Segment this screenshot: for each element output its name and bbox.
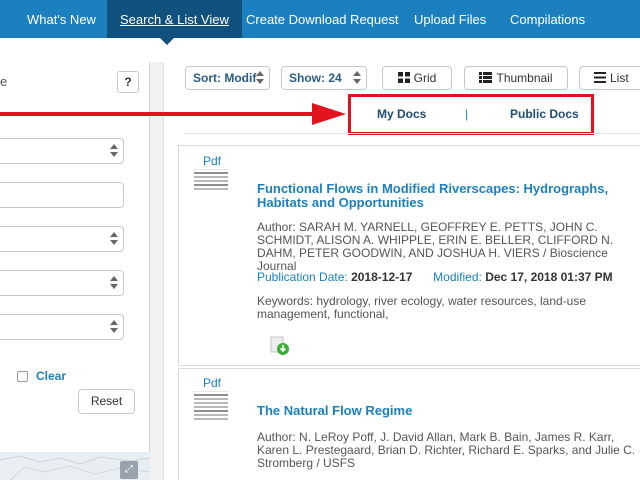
result-title[interactable]: Functional Flows in Modified Riverscapes… [257,182,640,210]
show-count-value: Show: 24 [289,71,342,85]
select-arrows-icon [110,320,118,334]
select-arrows-icon [110,276,118,290]
nav-upload-files[interactable]: Upload Files [414,0,486,38]
filter-select-1[interactable] [0,138,124,164]
list-view-button[interactable]: List [579,66,640,90]
result-author: Author: N. LeRoy Poff, J. David Allan, M… [257,430,636,470]
document-thumbnail[interactable] [193,391,229,423]
thumbnail-view-button[interactable]: Thumbnail [464,66,568,90]
publication-date-label: Publication Date: [257,270,348,284]
download-icon[interactable] [270,336,290,356]
file-type-label: Pdf [203,376,222,390]
nav-create-download-request[interactable]: Create Download Request [246,0,398,38]
filter-text-input[interactable] [0,182,124,208]
top-navigation: What's New Search & List View Create Dow… [0,0,640,38]
show-count-select[interactable]: Show: 24 [281,66,367,90]
list-view-label: List [610,71,629,85]
toolbar-divider [184,133,640,134]
result-dates: Publication Date: 2018-12-17 Modified: D… [257,270,613,284]
my-docs-tab[interactable]: My Docs [377,107,426,121]
grid-icon [397,72,410,84]
file-type-label: Pdf [203,154,222,168]
select-arrows-icon [110,144,118,158]
reset-button[interactable]: Reset [78,389,135,414]
active-tab-caret [160,38,174,45]
sort-select[interactable]: Sort: Modif [185,66,270,90]
public-docs-tab[interactable]: Public Docs [510,107,579,121]
filter-select-2[interactable] [0,226,124,252]
result-keywords: Keywords: hydrology, river ecology, wate… [257,295,587,321]
document-thumbnail[interactable] [193,169,229,193]
select-arrows-icon [110,232,118,246]
grid-view-button[interactable]: Grid [382,66,452,90]
result-author: Author: SARAH M. YARNELL, GEOFFREY E. PE… [257,220,614,273]
annotation-arrow [0,103,346,125]
publication-date-value: 2018-12-17 [351,270,413,284]
help-button[interactable]: ? [117,71,139,93]
nav-search-list-view[interactable]: Search & List View [107,0,242,38]
panel-heading-fragment: e [0,74,8,89]
grid-view-label: Grid [413,71,437,85]
result-title[interactable]: The Natural Flow Regime [257,404,640,418]
clear-checkbox[interactable] [17,371,28,382]
clear-link[interactable]: Clear [36,369,66,383]
thumbnail-view-label: Thumbnail [496,71,553,85]
nav-compilations[interactable]: Compilations [510,0,585,38]
select-arrows-icon [256,71,264,85]
modified-date-value: Dec 17, 2018 01:37 PM [485,270,613,284]
select-arrows-icon [353,71,361,85]
modified-date-label: Modified: [433,270,482,284]
thumbnail-icon [479,72,493,84]
filter-select-4[interactable] [0,314,124,340]
scope-separator: | [465,107,469,121]
sort-select-value: Sort: Modif [193,71,257,85]
filter-select-3[interactable] [0,270,124,296]
expand-icon[interactable]: ⤢ [120,461,138,479]
nav-whats-new[interactable]: What's New [27,0,96,38]
list-icon [594,72,606,84]
